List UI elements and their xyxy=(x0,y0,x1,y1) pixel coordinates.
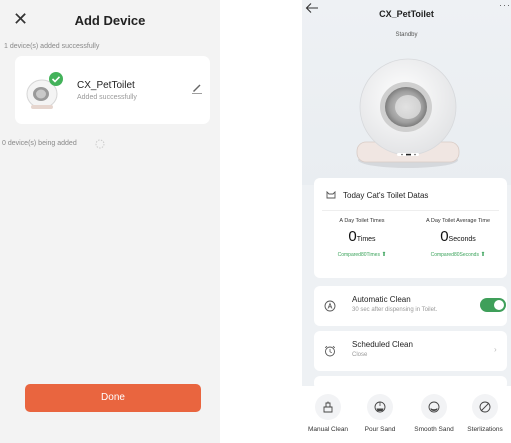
smooth-sand-button[interactable]: Smooth Sand xyxy=(408,394,460,433)
device-status: Standby xyxy=(395,32,418,38)
smooth-sand-icon xyxy=(428,401,440,413)
more-options-icon[interactable]: ··· xyxy=(499,0,511,10)
pet-toilet-thumbnail-icon xyxy=(26,72,63,109)
stat-label: A Day Toilet Average Time xyxy=(426,218,490,224)
pour-sand-icon xyxy=(374,401,386,413)
device-name: CX_PetToilet xyxy=(77,80,135,91)
edit-pencil-icon[interactable] xyxy=(191,82,203,94)
divider xyxy=(322,210,499,211)
toilet-data-heading: Today Cat's Toilet Datas xyxy=(343,191,429,200)
scheduled-clean-row[interactable]: Scheduled Clean Close › xyxy=(314,331,507,371)
action-circle xyxy=(315,394,341,420)
page-title: Add Device xyxy=(74,13,146,28)
manual-clean-button[interactable]: Manual Clean xyxy=(302,394,354,433)
action-label: Pour Sand xyxy=(364,426,396,433)
alarm-clock-icon xyxy=(324,345,336,357)
action-label: Sterlizations xyxy=(467,426,503,433)
toilet-data-card: Today Cat's Toilet Datas A Day Toilet Ti… xyxy=(314,178,507,278)
chevron-right-icon: › xyxy=(494,345,497,354)
device-added-status: Added successfully xyxy=(77,94,137,101)
stat-compare: Compared80Seconds ⬆ xyxy=(410,251,506,258)
action-circle xyxy=(421,394,447,420)
added-device-card[interactable]: CX_PetToilet Added successfully xyxy=(15,56,210,124)
compare-text: Compared80Times xyxy=(337,252,380,258)
toilet-times-stat: A Day Toilet Times 0Times Compared80Time… xyxy=(314,218,410,258)
action-circle xyxy=(367,394,393,420)
toggle-knob xyxy=(494,300,504,310)
automatic-clean-toggle[interactable] xyxy=(480,298,506,312)
up-arrow-icon: ⬆ xyxy=(381,252,387,258)
stat-number: 0 xyxy=(348,228,357,245)
automatic-clean-subtitle: 30 sec after dispensing in Toilet. xyxy=(352,307,438,313)
stat-number: 0 xyxy=(440,228,449,245)
action-circle xyxy=(472,394,498,420)
device-detail-screen: CX_PetToilet ··· Standby Today Cat's Toi… xyxy=(302,0,511,443)
pet-toilet-device-image xyxy=(356,58,460,168)
loading-spinner-icon xyxy=(95,139,105,149)
scheduled-clean-subtitle: Close xyxy=(352,352,368,358)
added-count-caption: 1 device(s) added successfully xyxy=(4,43,100,50)
done-button[interactable]: Done xyxy=(25,384,201,412)
manual-clean-icon xyxy=(323,401,333,413)
action-label: Smooth Sand xyxy=(414,426,454,433)
stat-compare: Compared80Times ⬆ xyxy=(314,251,410,258)
up-arrow-icon: ⬆ xyxy=(480,252,486,258)
compare-text: Compared80Seconds xyxy=(430,252,479,258)
automatic-clean-row: Automatic Clean 30 sec after dispensing … xyxy=(314,286,507,326)
stat-label: A Day Toilet Times xyxy=(339,218,385,224)
add-device-screen: ✕ Add Device 1 device(s) added successfu… xyxy=(0,0,220,443)
add-device-header: ✕ Add Device xyxy=(0,0,220,38)
stat-unit: Times xyxy=(356,236,376,243)
automatic-clean-title: Automatic Clean xyxy=(352,295,411,304)
sterilization-icon xyxy=(479,401,491,413)
average-time-stat: A Day Toilet Average Time 0Seconds Compa… xyxy=(410,218,506,258)
stat-value: 0Times xyxy=(314,229,410,248)
adding-count-caption: 0 device(s) being added xyxy=(2,140,77,147)
stat-unit: Seconds xyxy=(448,236,476,243)
stat-value: 0Seconds xyxy=(410,229,506,248)
automatic-clean-icon xyxy=(324,300,336,312)
cat-icon xyxy=(326,190,336,199)
sterilization-button[interactable]: Sterlizations xyxy=(459,394,511,433)
device-title: CX_PetToilet xyxy=(379,9,434,19)
action-bar: Manual Clean Pour Sand Smooth Sand Sterl… xyxy=(302,386,511,443)
scheduled-clean-title: Scheduled Clean xyxy=(352,340,413,349)
action-label: Manual Clean xyxy=(307,426,349,433)
pour-sand-button[interactable]: Pour Sand xyxy=(354,394,406,433)
